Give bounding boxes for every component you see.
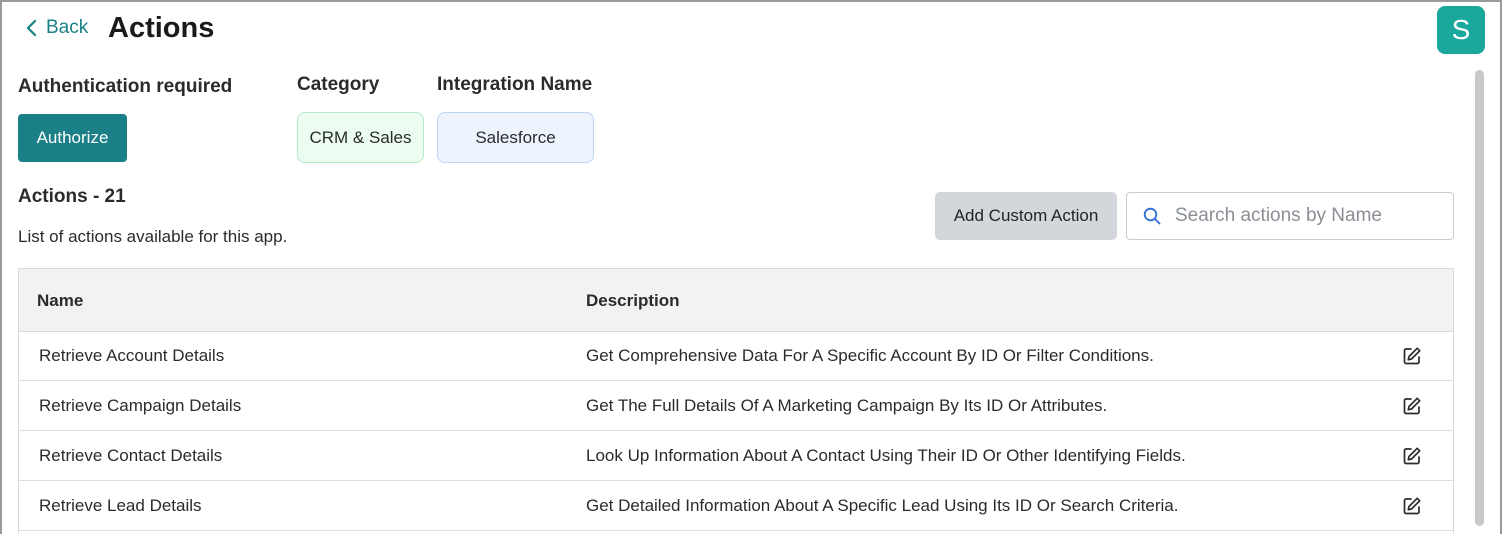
edit-icon[interactable] [1401,495,1423,517]
row-name: Retrieve Lead Details [39,496,202,515]
edit-icon[interactable] [1401,395,1423,417]
authorize-button[interactable]: Authorize [18,114,127,162]
column-header-name: Name [37,291,84,310]
page-title: Actions [108,12,215,44]
actions-table: Name Description Retrieve Account Detail… [18,268,1454,534]
column-header-description: Description [586,291,680,310]
table-header: Name Description [19,269,1453,332]
chevron-left-icon [26,19,37,37]
search-box[interactable] [1126,192,1454,240]
category-chip: CRM & Sales [297,112,424,163]
row-description: Get The Full Details Of A Marketing Camp… [586,396,1108,415]
category-label: Category [297,74,380,95]
table-row[interactable]: Retrieve Campaign Details Get The Full D… [19,381,1453,431]
actions-subtitle: List of actions available for this app. [18,227,288,246]
add-custom-action-button[interactable]: Add Custom Action [935,192,1117,240]
edit-icon[interactable] [1401,445,1423,467]
auth-label: Authentication required [18,76,233,97]
integration-label: Integration Name [437,74,593,95]
scrollbar-thumb[interactable] [1475,70,1484,526]
back-button[interactable]: Back [24,17,88,39]
edit-icon[interactable] [1401,345,1423,367]
row-name: Retrieve Account Details [39,346,225,365]
row-description: Get Detailed Information About A Specifi… [586,496,1179,515]
search-icon [1143,207,1161,225]
row-description: Look Up Information About A Contact Usin… [586,446,1186,465]
table-row[interactable]: Retrieve Lead Details Get Detailed Infor… [19,481,1453,531]
integration-chip: Salesforce [437,112,594,163]
search-input[interactable] [1175,205,1445,227]
back-label: Back [46,17,89,38]
avatar[interactable]: S [1437,6,1485,54]
row-description: Get Comprehensive Data For A Specific Ac… [586,346,1154,365]
row-name: Retrieve Contact Details [39,446,223,465]
row-name: Retrieve Campaign Details [39,396,242,415]
table-row[interactable]: Retrieve Contact Details Look Up Informa… [19,431,1453,481]
table-row[interactable]: Retrieve Account Details Get Comprehensi… [19,331,1453,381]
actions-count-title: Actions - 21 [18,186,126,207]
